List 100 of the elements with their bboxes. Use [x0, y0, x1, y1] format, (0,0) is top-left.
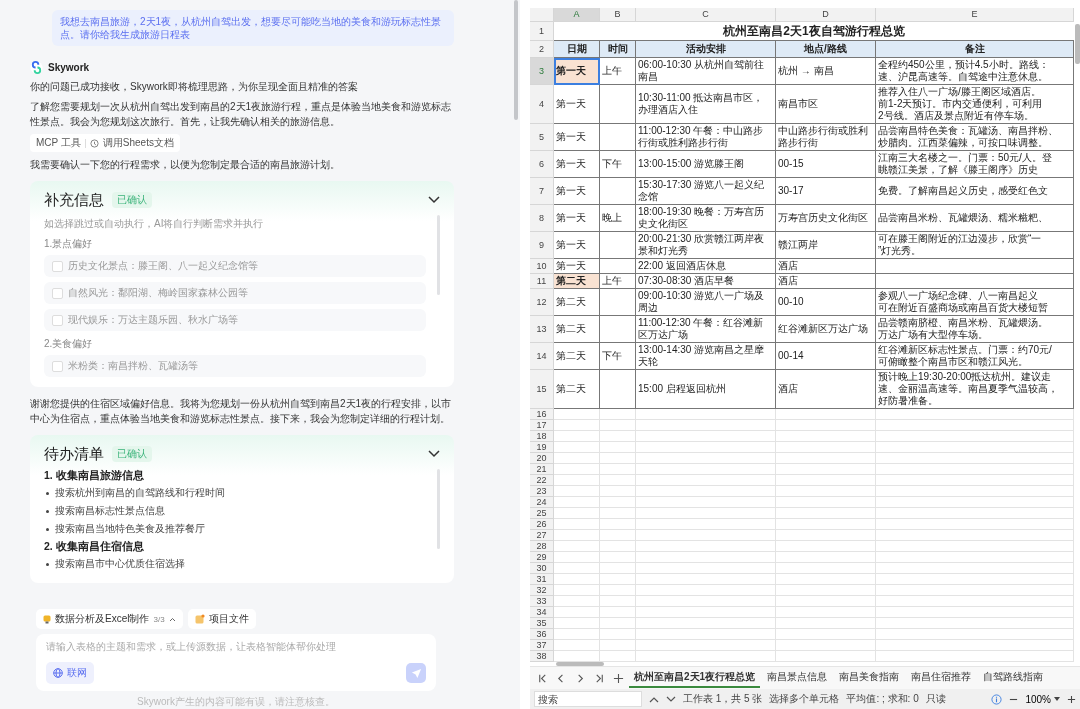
- column-header[interactable]: B: [600, 8, 636, 22]
- send-button[interactable]: [406, 663, 426, 683]
- chevron-up-icon[interactable]: [649, 695, 659, 703]
- row-header[interactable]: 37: [530, 640, 554, 651]
- sheet-tab[interactable]: 南昌景点信息: [762, 668, 833, 688]
- empty-cell: [600, 124, 636, 151]
- table-cell: 上午: [600, 58, 636, 85]
- row-header[interactable]: 3: [530, 58, 554, 85]
- files-chip[interactable]: 项目文件: [187, 609, 256, 629]
- column-header[interactable]: A: [554, 8, 600, 22]
- scrollbar[interactable]: [1075, 24, 1080, 64]
- table-cell: 第一天: [554, 232, 600, 259]
- row-header[interactable]: 17: [530, 420, 554, 431]
- row-header[interactable]: 34: [530, 607, 554, 618]
- row-header[interactable]: 10: [530, 259, 554, 274]
- row-header[interactable]: 27: [530, 530, 554, 541]
- sheet-tab[interactable]: 南昌美食指南: [834, 668, 905, 688]
- table-cell: 09:00-10:30 游览八一广场及周边: [636, 289, 776, 316]
- empty-cell: [600, 519, 636, 530]
- empty-cell: [600, 453, 636, 464]
- row-header[interactable]: 8: [530, 205, 554, 232]
- row-header[interactable]: 20: [530, 453, 554, 464]
- table-cell: 第一天: [554, 124, 600, 151]
- note-line: 红谷滩新区标志性景点。门票：约70元/: [878, 344, 1053, 356]
- row-header[interactable]: 31: [530, 574, 554, 585]
- group-heading: 2.美食偏好: [44, 337, 94, 351]
- chevron-down-icon[interactable]: [428, 450, 440, 458]
- row-header[interactable]: 25: [530, 508, 554, 519]
- row-header[interactable]: 13: [530, 316, 554, 343]
- empty-cell: [600, 316, 636, 343]
- table-cell: 晚上: [600, 205, 636, 232]
- row-header[interactable]: 6: [530, 151, 554, 178]
- row-header[interactable]: 29: [530, 552, 554, 563]
- table-cell: 10:30-11:00 抵达南昌市区，办理酒店入住: [636, 85, 776, 124]
- table-cell: 07:30-08:30 酒店早餐: [636, 274, 776, 289]
- tool-chip[interactable]: MCP 工具 调用Sheets文档: [30, 134, 180, 152]
- table-cell: 下午: [600, 343, 636, 370]
- sheet-tab[interactable]: 南昌住宿推荐: [906, 668, 977, 688]
- table-cell: 第二天: [554, 316, 600, 343]
- row-header[interactable]: 5: [530, 124, 554, 151]
- skill-chip[interactable]: 数据分析及Excel制作 3/3: [36, 609, 183, 629]
- column-header[interactable]: D: [776, 8, 876, 22]
- row-header[interactable]: 12: [530, 289, 554, 316]
- select-all-corner[interactable]: [530, 8, 554, 22]
- row-header[interactable]: 32: [530, 585, 554, 596]
- row-header[interactable]: 11: [530, 274, 554, 289]
- checkbox[interactable]: [52, 287, 63, 299]
- checkbox[interactable]: [52, 314, 63, 326]
- row-header[interactable]: 15: [530, 370, 554, 409]
- row-header[interactable]: 23: [530, 486, 554, 497]
- row-header[interactable]: 36: [530, 629, 554, 640]
- web-search-button[interactable]: 联网: [46, 662, 94, 684]
- row-header[interactable]: 16: [530, 409, 554, 420]
- row-header[interactable]: 21: [530, 464, 554, 475]
- card-title: 待办清单: [44, 444, 104, 464]
- checkbox[interactable]: [52, 360, 63, 372]
- note-line: ”灯光秀。: [878, 245, 923, 257]
- row-header[interactable]: 24: [530, 497, 554, 508]
- row-header[interactable]: 19: [530, 442, 554, 453]
- chevron-down-icon[interactable]: [428, 196, 440, 204]
- table-cell: 18:00-19:30 晚餐：万寿宫历史文化街区: [636, 205, 776, 232]
- row-header[interactable]: 22: [530, 475, 554, 486]
- globe-icon: [53, 668, 63, 678]
- table-cell: 万寿宫历史文化街区: [776, 205, 876, 232]
- row-header[interactable]: 33: [530, 596, 554, 607]
- column-header[interactable]: C: [636, 8, 776, 22]
- zoom-in-icon[interactable]: [1067, 694, 1076, 704]
- row-header[interactable]: 38: [530, 651, 554, 662]
- row-header[interactable]: 4: [530, 85, 554, 124]
- empty-cell: [600, 442, 636, 453]
- table-cell: 00-10: [776, 289, 876, 316]
- sheet-tab[interactable]: 自驾路线指南: [978, 668, 1049, 688]
- prompt-field[interactable]: 请输入表格的主题和需求，或上传源数据，让表格智能体帮你处理: [46, 641, 426, 652]
- row-header[interactable]: 35: [530, 618, 554, 629]
- zoom-dropdown[interactable]: 100%: [1025, 693, 1060, 705]
- search-field[interactable]: 搜索: [534, 691, 642, 707]
- row-header[interactable]: 9: [530, 232, 554, 259]
- scrollbar[interactable]: [556, 662, 604, 666]
- chevron-down-icon[interactable]: [666, 695, 676, 703]
- empty-cell: [600, 497, 636, 508]
- row-header[interactable]: 18: [530, 431, 554, 442]
- note-line: 速、沪昆高速等。自驾途中注意休息。: [878, 71, 1049, 83]
- row-header[interactable]: 26: [530, 519, 554, 530]
- section-heading: 2. 收集南昌住宿信息: [44, 540, 145, 554]
- option-label: 米粉类：南昌拌粉、瓦罐汤等: [68, 359, 198, 373]
- row-header[interactable]: 1: [530, 22, 554, 41]
- row-header[interactable]: 7: [530, 178, 554, 205]
- empty-cell: [600, 486, 636, 497]
- row-header[interactable]: 28: [530, 541, 554, 552]
- checkbox[interactable]: [52, 260, 63, 272]
- scrollbar[interactable]: [514, 0, 518, 120]
- column-header[interactable]: E: [876, 8, 1074, 22]
- selection-status: 选择多个单元格: [769, 692, 840, 706]
- info-icon[interactable]: [991, 693, 1003, 705]
- row-header[interactable]: 30: [530, 563, 554, 574]
- note-line: 前1-2天预订。市内交通便利，可利用: [878, 98, 1044, 110]
- stats-text: 平均值: ; 求和: 0: [846, 692, 919, 706]
- empty-cell: [600, 541, 636, 552]
- row-header[interactable]: 14: [530, 343, 554, 370]
- row-header[interactable]: 2: [530, 41, 554, 58]
